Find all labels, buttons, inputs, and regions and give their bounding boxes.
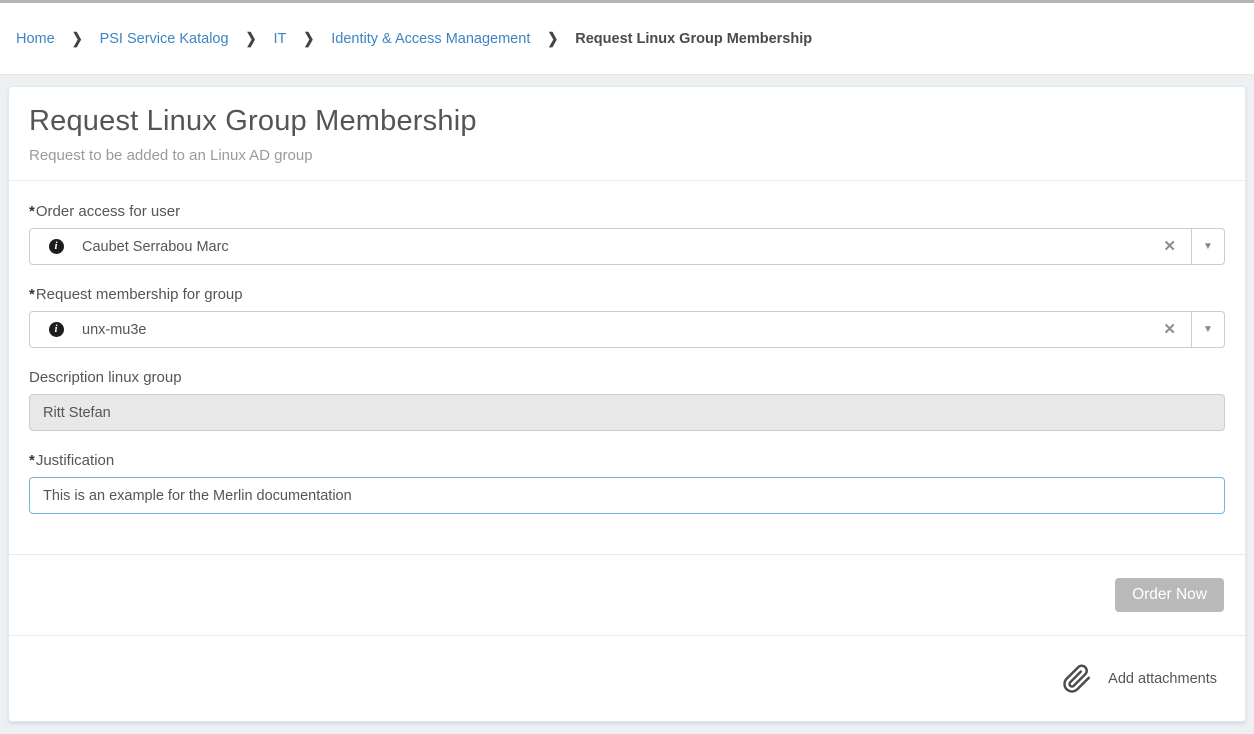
breadcrumb-psi-service-katalog[interactable]: PSI Service Katalog [100,31,229,47]
chevron-right-icon: ❯ [72,29,83,47]
chevron-down-icon[interactable]: ▼ [1191,229,1224,264]
order-access-for-user-label: *Order access for user [29,203,1225,220]
form-section: *Order access for user i Caubet Serrabou… [9,181,1245,554]
request-form-card: Request Linux Group Membership Request t… [8,86,1246,722]
order-now-button[interactable]: Order Now [1115,578,1224,612]
required-marker: * [29,452,35,469]
add-attachments[interactable]: Add attachments [1062,664,1217,694]
add-attachments-label: Add attachments [1108,671,1217,687]
label-text: Request membership for group [36,286,243,303]
order-access-for-user-combobox[interactable]: i Caubet Serrabou Marc ✕ ▼ [29,228,1225,265]
page-title: Request Linux Group Membership [29,105,1225,138]
breadcrumb-identity-access-management[interactable]: Identity & Access Management [331,31,530,47]
paperclip-icon [1062,664,1092,694]
request-membership-for-group-combobox[interactable]: i unx-mu3e ✕ ▼ [29,311,1225,348]
chevron-right-icon: ❯ [547,29,558,47]
breadcrumb-bar: Home ❯ PSI Service Katalog ❯ IT ❯ Identi… [0,3,1254,75]
required-marker: * [29,286,35,303]
field-description-linux-group: Description linux group [29,369,1225,431]
actions-section: Order Now [9,554,1245,635]
attachments-section: Add attachments [9,635,1245,721]
info-icon-wrap: i [30,322,82,337]
chevron-right-icon: ❯ [303,29,314,47]
label-text: Order access for user [36,203,180,220]
label-text: Justification [36,452,114,469]
breadcrumb-current: Request Linux Group Membership [575,31,812,47]
label-text: Description linux group [29,369,182,386]
chevron-down-icon[interactable]: ▼ [1191,312,1224,347]
breadcrumb-home[interactable]: Home [16,31,55,47]
field-request-membership-for-group: *Request membership for group i unx-mu3e… [29,286,1225,348]
card-header: Request Linux Group Membership Request t… [9,87,1245,181]
info-icon: i [49,322,64,337]
info-icon: i [49,239,64,254]
justification-label: *Justification [29,452,1225,469]
description-linux-group-label: Description linux group [29,369,1225,386]
required-marker: * [29,203,35,220]
field-justification: *Justification [29,452,1225,514]
info-icon-wrap: i [30,239,82,254]
breadcrumb: Home ❯ PSI Service Katalog ❯ IT ❯ Identi… [16,31,812,47]
chevron-right-icon: ❯ [246,29,257,47]
field-order-access-for-user: *Order access for user i Caubet Serrabou… [29,203,1225,265]
description-linux-group-field [29,394,1225,431]
clear-icon[interactable]: ✕ [1148,322,1191,337]
request-membership-for-group-label: *Request membership for group [29,286,1225,303]
request-membership-for-group-value: unx-mu3e [82,322,1148,338]
page-subtitle: Request to be added to an Linux AD group [29,147,1225,164]
justification-field[interactable] [29,477,1225,514]
breadcrumb-it[interactable]: IT [273,31,286,47]
order-access-for-user-value: Caubet Serrabou Marc [82,239,1148,255]
clear-icon[interactable]: ✕ [1148,239,1191,254]
